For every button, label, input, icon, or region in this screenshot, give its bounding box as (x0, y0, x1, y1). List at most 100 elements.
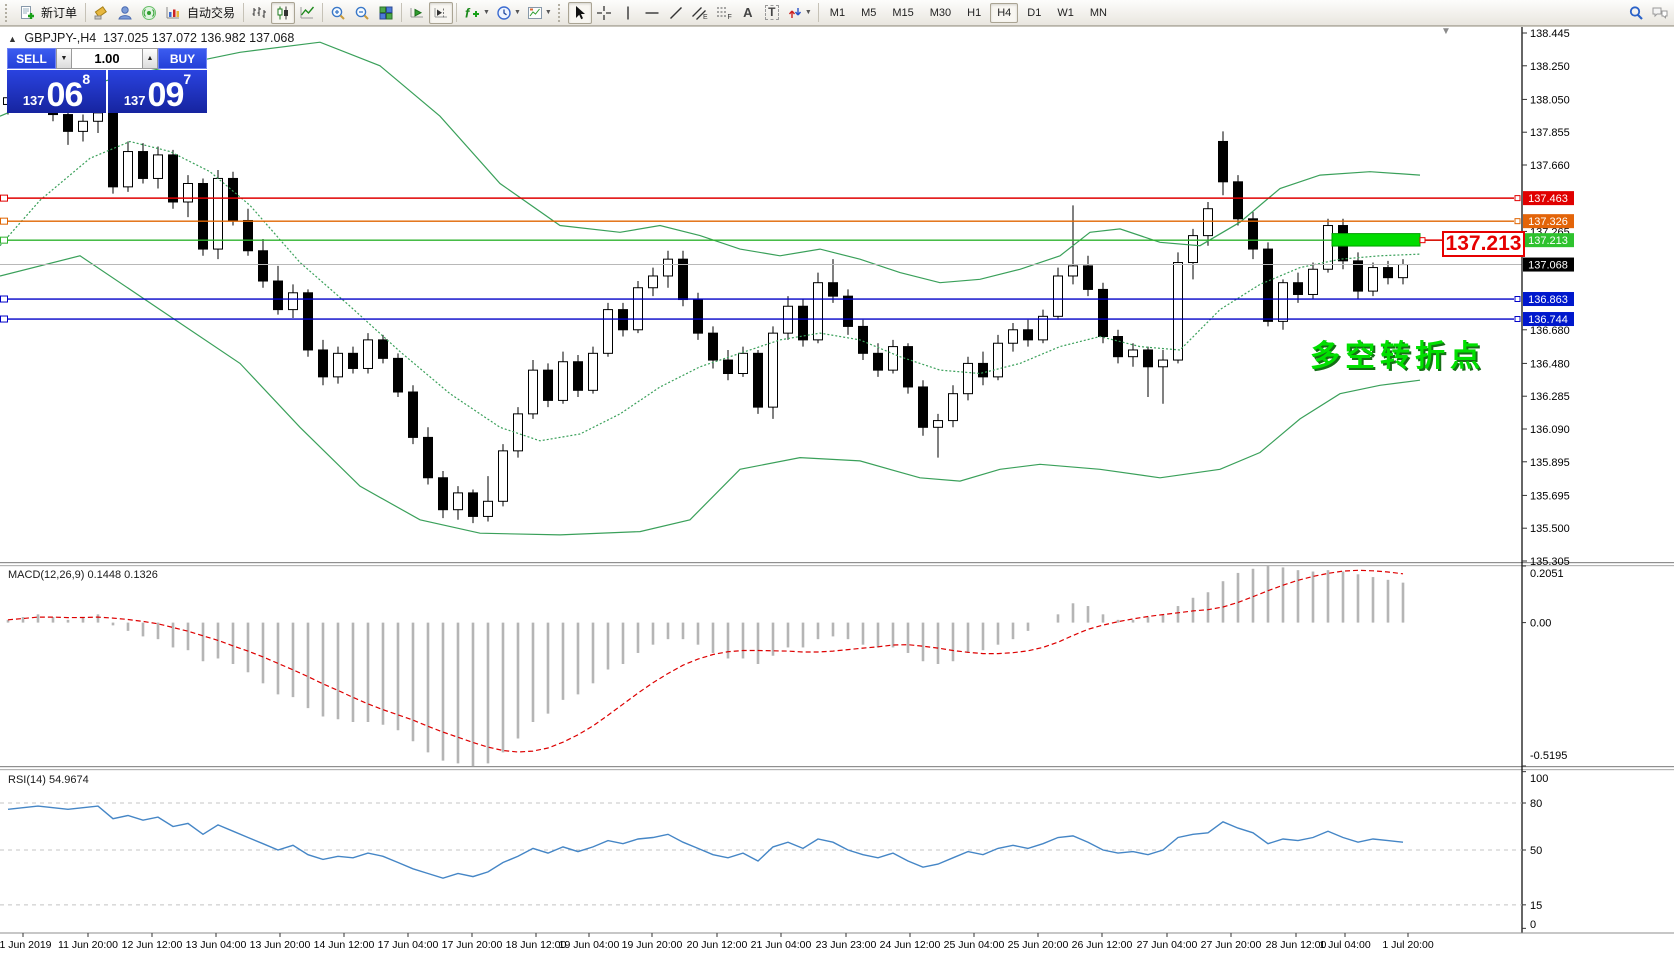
candlestick (814, 283, 823, 340)
horizontal-line-tool-button[interactable] (640, 2, 664, 24)
price-axis[interactable]: 138.445138.250138.050137.855137.660137.2… (1522, 28, 1574, 568)
text-label-tool-button[interactable]: T (760, 2, 784, 24)
candlestick (709, 333, 718, 360)
line-edge-marker (1515, 317, 1520, 322)
sell-button[interactable]: SELL (7, 48, 56, 69)
highlight-bar[interactable] (1332, 234, 1420, 246)
crosshair-tool-button[interactable] (592, 2, 616, 24)
svg-text:138.050: 138.050 (1530, 94, 1570, 106)
timeframe-h4[interactable]: H4 (990, 3, 1018, 23)
signal-icon (141, 5, 157, 21)
auto-scroll-button[interactable] (405, 2, 429, 24)
chat-icon (1651, 5, 1669, 21)
timeframe-w1[interactable]: W1 (1050, 3, 1081, 23)
candlestick-chart-icon (275, 5, 291, 21)
candlestick (304, 293, 313, 350)
candlestick (1279, 283, 1288, 322)
svg-text:136.480: 136.480 (1530, 358, 1570, 370)
buy-price-display[interactable]: 137 09 7 (108, 70, 207, 113)
auto-trading-button[interactable] (161, 2, 185, 24)
cursor-icon (572, 5, 588, 21)
volume-decrease-button[interactable]: ▼ (56, 48, 72, 69)
timeframe-d1[interactable]: D1 (1020, 3, 1048, 23)
buy-button[interactable]: BUY (158, 48, 207, 69)
candlestick-chart-button[interactable] (271, 2, 295, 24)
candlestick (1294, 283, 1303, 295)
auto-trading-label[interactable]: 自动交易 (187, 4, 235, 21)
toolbar-grip[interactable] (5, 4, 12, 22)
chart-canvas[interactable]: 138.445138.250138.050137.855137.660137.2… (0, 0, 1674, 953)
chat-button[interactable] (1648, 2, 1672, 24)
arrows-tool-button[interactable]: ▼ (784, 2, 815, 24)
timeframe-h1[interactable]: H1 (960, 3, 988, 23)
new-order-label[interactable]: 新订单 (41, 4, 77, 21)
equidistant-channel-tool-button[interactable]: E (688, 2, 712, 24)
timeframe-mn[interactable]: MN (1083, 3, 1114, 23)
candlestick (499, 451, 508, 501)
callout-anchor (1420, 238, 1425, 243)
timeframe-m15[interactable]: M15 (885, 3, 920, 23)
chart-shift-icon (433, 5, 449, 21)
candlestick (1219, 141, 1228, 181)
candlestick (214, 178, 223, 249)
svg-text:17 Jun 04:00: 17 Jun 04:00 (378, 939, 439, 951)
candlestick (679, 259, 688, 299)
sell-price-display[interactable]: 137 06 8 (7, 70, 106, 113)
trendline-tool-button[interactable] (664, 2, 688, 24)
dropdown-arrow-icon: ▼ (514, 9, 521, 16)
price-callout-box[interactable]: 137.213 (1442, 231, 1525, 257)
candlestick (724, 360, 733, 373)
toolbar-grip[interactable] (558, 4, 565, 22)
line-chart-button[interactable] (295, 2, 319, 24)
timeframe-m1[interactable]: M1 (823, 3, 852, 23)
modify-order-button[interactable] (89, 2, 113, 24)
candlestick (1099, 289, 1108, 336)
zoom-in-button[interactable] (326, 2, 350, 24)
search-button[interactable] (1624, 2, 1648, 24)
templates-button[interactable]: ▼ (524, 2, 555, 24)
template-icon (527, 5, 543, 21)
candlestick (379, 340, 388, 358)
svg-text:18 Jun 12:00: 18 Jun 12:00 (506, 939, 567, 951)
candlestick (289, 293, 298, 310)
text-tool-button[interactable]: A (736, 2, 760, 24)
volume-input[interactable]: 1.00 (72, 48, 142, 69)
cursor-tool-button[interactable] (568, 2, 592, 24)
candlestick (1234, 182, 1243, 219)
svg-text:137.213: 137.213 (1528, 235, 1568, 247)
candlestick (589, 353, 598, 390)
chart-shift-button[interactable] (429, 2, 453, 24)
candlestick (754, 353, 763, 407)
time-axis[interactable]: 11 Jun 201911 Jun 20:0012 Jun 12:0013 Ju… (0, 933, 1434, 951)
svg-text:1 Jul 20:00: 1 Jul 20:00 (1382, 939, 1434, 951)
chinese-annotation-text[interactable]: 多空转折点 (1310, 331, 1485, 375)
indicators-button[interactable]: f ▼ (460, 2, 493, 24)
candlestick (1399, 265, 1408, 278)
candlestick (169, 155, 178, 202)
candlestick (229, 178, 238, 220)
signals-button[interactable] (137, 2, 161, 24)
svg-text:11 Jun 20:00: 11 Jun 20:00 (58, 939, 118, 951)
fibonacci-tool-button[interactable]: F (712, 2, 736, 24)
vertical-line-tool-button[interactable] (616, 2, 640, 24)
new-order-button[interactable] (15, 2, 39, 24)
line-edge-marker (1515, 196, 1520, 201)
svg-text:135.895: 135.895 (1530, 457, 1570, 469)
timeframe-m5[interactable]: M5 (854, 3, 883, 23)
accounts-button[interactable] (113, 2, 137, 24)
candlestick (439, 478, 448, 510)
candlestick (1384, 268, 1393, 278)
scroll-to-end-marker-icon[interactable]: ▼ (1441, 26, 1451, 37)
volume-increase-button[interactable]: ▲ (142, 48, 158, 69)
zoom-out-button[interactable] (350, 2, 374, 24)
bar-chart-button[interactable] (247, 2, 271, 24)
indicators-icon: f (463, 5, 481, 21)
periods-button[interactable]: ▼ (493, 2, 524, 24)
svg-text:136.285: 136.285 (1530, 391, 1570, 403)
candlestick (514, 414, 523, 451)
candlestick (334, 353, 343, 377)
timeframe-m30[interactable]: M30 (923, 3, 958, 23)
tile-windows-button[interactable] (374, 2, 398, 24)
annotation-layer (1332, 234, 1442, 246)
collapse-arrow-icon[interactable]: ▲ (8, 34, 17, 44)
